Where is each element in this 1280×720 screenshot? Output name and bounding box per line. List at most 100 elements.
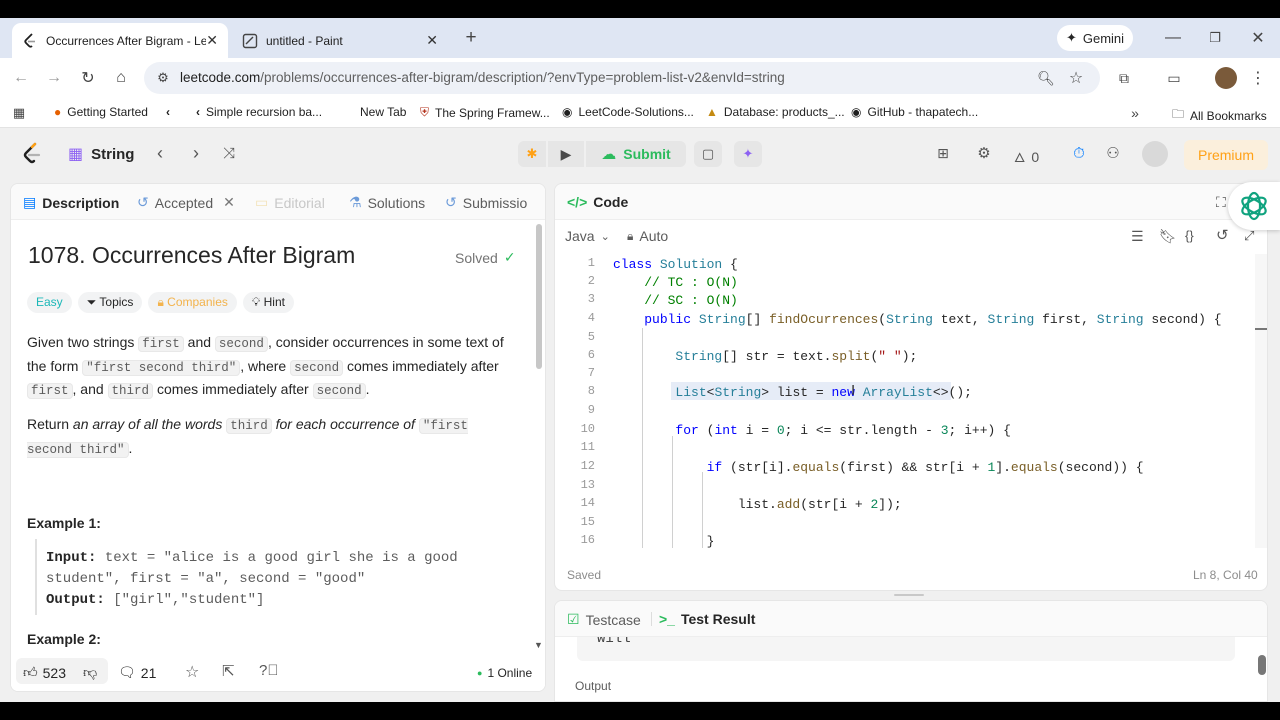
- description-tab-bar: ▤ Description ↺ Accepted ✕ ▭ Editorial ⚗ Solu…: [11, 184, 545, 220]
- more-menu-icon[interactable]: ⋮: [1250, 68, 1266, 88]
- new-tab-icon[interactable]: +: [460, 26, 482, 50]
- notes-button[interactable]: ▢: [694, 141, 722, 167]
- tab-test-result[interactable]: >_ Test Result: [659, 611, 755, 627]
- close-tab-icon[interactable]: ✕: [426, 32, 438, 49]
- bookmark-item[interactable]: ● Getting Started: [54, 105, 148, 119]
- close-tab-icon[interactable]: ✕: [206, 32, 218, 49]
- like-button[interactable]: 👍︎ 523: [23, 664, 66, 681]
- bug-icon: ✱: [526, 146, 538, 161]
- prev-problem-icon[interactable]: ‹: [151, 143, 169, 163]
- hint-tag[interactable]: 💡︎ Hint: [242, 292, 294, 313]
- bookmark-item[interactable]: ◉ LeetCode-Solutions...: [562, 105, 694, 119]
- browser-tab-paint[interactable]: untitled - Paint ✕: [232, 23, 448, 58]
- all-bookmarks-button[interactable]: 🗀︎ All Bookmarks: [1172, 105, 1267, 126]
- reset-code-icon[interactable]: ↺: [1216, 226, 1229, 244]
- close-window-icon[interactable]: ✕: [1247, 26, 1269, 50]
- tab-submissions[interactable]: ↺ Submissio: [445, 194, 527, 211]
- reload-icon[interactable]: ↻: [78, 68, 98, 88]
- home-icon[interactable]: ⌂: [111, 68, 131, 88]
- bookmark-icon[interactable]: 🔖︎: [1159, 228, 1177, 245]
- tab-search-icon[interactable]: ▭: [1164, 68, 1184, 88]
- run-button[interactable]: ▶: [548, 141, 584, 167]
- line-number: 10: [580, 422, 595, 436]
- forward-arrow-icon[interactable]: →: [44, 68, 64, 88]
- floating-assistant-button[interactable]: [1228, 182, 1280, 230]
- settings-gear-icon[interactable]: ⚙: [975, 144, 993, 162]
- submit-button[interactable]: ☁ Submit: [586, 141, 686, 167]
- github-icon: ◉: [562, 105, 573, 119]
- tab-description[interactable]: ▤ Description: [23, 194, 119, 211]
- premium-button[interactable]: Premium: [1184, 140, 1268, 170]
- comments-button[interactable]: 🗨︎ 21: [118, 664, 156, 681]
- database-icon: ▲: [706, 105, 718, 119]
- braces-icon[interactable]: {}: [1185, 228, 1194, 243]
- scroll-down-icon[interactable]: ▼: [534, 640, 543, 650]
- bookmark-item[interactable]: ⛨ The Spring Framew...: [420, 105, 550, 120]
- layout-icon[interactable]: ⊞: [934, 144, 952, 162]
- timer-icon[interactable]: ⏱: [1070, 144, 1088, 162]
- result-value-box: will: [577, 637, 1235, 661]
- auto-mode[interactable]: 🔒︎ Auto: [627, 228, 668, 244]
- language-select[interactable]: Java ⌄: [565, 228, 610, 244]
- profile-avatar[interactable]: [1215, 67, 1237, 89]
- bookmark-item[interactable]: New Tab: [360, 105, 406, 119]
- site-info-icon[interactable]: ⚙: [154, 69, 172, 87]
- flame-icon: 🜂: [1014, 150, 1026, 165]
- shuffle-icon[interactable]: ⤨: [220, 144, 238, 162]
- thumbs-down-icon[interactable]: 👎︎: [83, 664, 97, 681]
- bookmarks-bar: ▦ ● Getting Started ‹ ‹ Simple recursion b…: [0, 98, 1280, 128]
- description-scrollbar[interactable]: [536, 224, 542, 369]
- code-tab[interactable]: </> Code: [567, 194, 628, 210]
- panel-resize-handle[interactable]: [894, 594, 924, 596]
- code-editor[interactable]: 1 2 3 4 5 6 7 8 9 10 11 12 13 14 15 16 class Solution {…: [555, 254, 1255, 548]
- streak-counter[interactable]: 🜂 0: [1014, 144, 1039, 170]
- companies-tag[interactable]: 🔒︎ Companies: [148, 292, 237, 313]
- tab-testcase[interactable]: ☑ Testcase: [567, 611, 641, 628]
- checkbox-icon: ☑: [567, 611, 580, 627]
- help-icon[interactable]: ?⃝: [259, 662, 279, 679]
- format-lines-icon[interactable]: ☰: [1131, 228, 1144, 245]
- lock-icon: 🔒︎: [157, 295, 164, 309]
- debug-button[interactable]: ✱: [518, 141, 546, 167]
- add-friend-icon[interactable]: ⚇: [1102, 144, 1124, 162]
- line-number: 4: [587, 311, 595, 325]
- browser-tab-leetcode[interactable]: Occurrences After Bigram - Lee ✕: [12, 23, 228, 58]
- extensions-icon[interactable]: ⧉: [1114, 68, 1134, 88]
- description-panel: ▤ Description ↺ Accepted ✕ ▭ Editorial ⚗ Solu…: [10, 183, 546, 692]
- expand-panel-icon[interactable]: ⛶: [1216, 194, 1226, 211]
- result-partial-text: will: [597, 637, 631, 647]
- bookmark-star-icon[interactable]: ☆: [1066, 68, 1086, 88]
- user-avatar[interactable]: [1142, 141, 1168, 167]
- leetcode-logo-icon[interactable]: [22, 142, 42, 169]
- bookmark-item[interactable]: ◉ GitHub - thapatech...: [851, 105, 978, 119]
- line-number: 11: [580, 440, 595, 454]
- address-bar[interactable]: ⚙ leetcode.com/problems/occurrences-afte…: [144, 62, 1100, 94]
- topics-tag[interactable]: ⏷ Topics: [77, 292, 143, 313]
- description-paragraph-1: Given two strings first and second, cons…: [27, 334, 504, 399]
- restore-window-icon[interactable]: ❐: [1204, 26, 1226, 50]
- minimize-window-icon[interactable]: —: [1162, 26, 1184, 50]
- share-icon[interactable]: ⇱: [222, 662, 235, 680]
- apps-grid-icon[interactable]: ▦: [10, 104, 28, 122]
- tab-accepted[interactable]: ↺ Accepted ✕: [137, 194, 235, 211]
- editor-scrollbar-track[interactable]: [1255, 254, 1267, 548]
- bookmark-item[interactable]: ▲ Database: products_...: [706, 105, 845, 119]
- bookmark-item[interactable]: ‹ Simple recursion ba...: [196, 105, 322, 119]
- more-bookmarks-icon[interactable]: »: [1126, 104, 1144, 122]
- lock-icon: 🔒︎: [627, 228, 634, 243]
- zoom-icon[interactable]: 🔍︎: [1036, 68, 1056, 88]
- favorite-star-icon[interactable]: ☆: [185, 662, 199, 682]
- tab-editorial[interactable]: ▭ Editorial: [255, 194, 325, 211]
- test-scrollbar[interactable]: [1258, 655, 1266, 675]
- bookmark-item[interactable]: ‹: [166, 105, 170, 119]
- problem-list-button[interactable]: ▦ String: [68, 144, 134, 164]
- premium-label: Premium: [1197, 147, 1254, 163]
- fullscreen-icon[interactable]: ⤢: [1244, 228, 1254, 244]
- code-brackets-icon: </>: [567, 194, 588, 210]
- gemini-button[interactable]: ✦ Gemini: [1057, 25, 1133, 51]
- tab-solutions[interactable]: ⚗ Solutions: [349, 194, 425, 211]
- next-problem-icon[interactable]: ›: [187, 143, 205, 163]
- back-arrow-icon[interactable]: ←: [11, 68, 31, 88]
- ai-assistant-button[interactable]: ✦: [734, 141, 762, 167]
- close-tab-icon[interactable]: ✕: [223, 194, 235, 211]
